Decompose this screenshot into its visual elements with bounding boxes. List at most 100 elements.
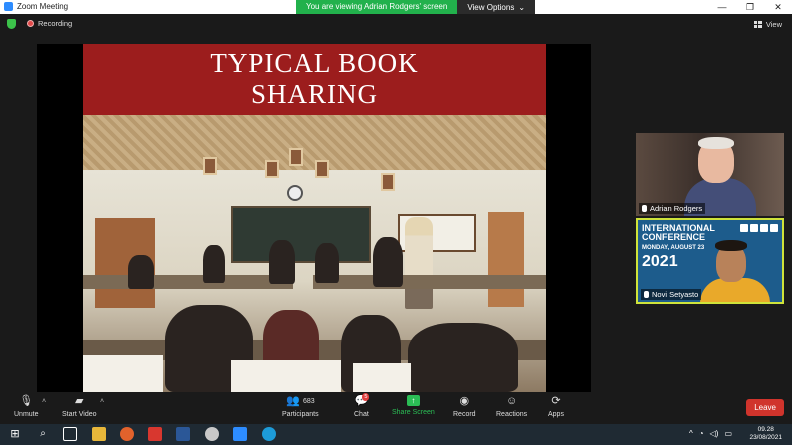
unmute-button[interactable]: 🎙 Unmute bbox=[14, 395, 39, 418]
search-icon[interactable]: ⌕ bbox=[36, 427, 50, 441]
system-tray: ^ ◔ ◁) ▭ bbox=[689, 429, 732, 438]
recording-indicator[interactable]: Recording bbox=[27, 19, 72, 28]
audio-options-caret[interactable]: ˄ bbox=[42, 398, 46, 405]
view-options-button[interactable]: View Options ⌄ bbox=[457, 0, 536, 14]
reactions-button[interactable]: ☺ Reactions bbox=[496, 395, 527, 418]
clock-date: 23/08/2021 bbox=[749, 434, 782, 441]
desk bbox=[313, 275, 546, 289]
share-screen-label: Share Screen bbox=[392, 409, 435, 416]
mic-muted-icon: 🎙 bbox=[19, 395, 34, 407]
screen-share-banner: You are viewing Adrian Rodgers' screen V… bbox=[296, 0, 536, 14]
start-video-label: Start Video bbox=[62, 411, 97, 418]
app-title: Zoom Meeting bbox=[4, 2, 68, 11]
participant-hair bbox=[715, 240, 747, 251]
window-title: Zoom Meeting bbox=[17, 2, 69, 11]
open-book bbox=[83, 355, 163, 392]
notification-icon[interactable]: ▭ bbox=[724, 429, 732, 438]
viewing-screen-message: You are viewing Adrian Rodgers' screen bbox=[296, 0, 458, 14]
meeting-topbar: Recording View bbox=[0, 14, 792, 34]
mic-off-icon bbox=[644, 291, 649, 298]
participants-label: Participants bbox=[282, 411, 319, 418]
view-button[interactable]: View bbox=[753, 20, 782, 29]
student-figure bbox=[128, 255, 154, 289]
classroom-photo bbox=[83, 115, 546, 392]
windows-taskbar: ⊞ ⌕ ^ ◔ ◁) ▭ 09.28 23/08/2021 bbox=[0, 424, 792, 445]
slide-title-line2: SHARING bbox=[250, 79, 378, 109]
slide-title-line1: TYPICAL BOOK bbox=[210, 48, 419, 78]
mic-off-icon bbox=[642, 205, 647, 212]
record-label: Record bbox=[453, 411, 476, 418]
wall-portrait bbox=[203, 157, 217, 175]
gallery-grid-icon bbox=[753, 21, 762, 28]
student-figure bbox=[408, 323, 518, 392]
conference-date: MONDAY, AUGUST 23 bbox=[642, 245, 705, 251]
unmute-label: Unmute bbox=[14, 411, 39, 418]
wall-clock bbox=[287, 185, 303, 201]
participant-video-tile[interactable]: Adrian Rodgers bbox=[636, 133, 784, 216]
volume-icon[interactable]: ◁) bbox=[710, 429, 719, 438]
app-icon[interactable] bbox=[205, 427, 219, 441]
record-button[interactable]: ◉ Record bbox=[453, 395, 476, 418]
view-options-label: View Options bbox=[467, 2, 515, 12]
chat-unread-badge: 5 bbox=[362, 393, 370, 401]
close-button[interactable]: ✕ bbox=[764, 0, 792, 14]
video-off-icon: ▰ bbox=[75, 395, 84, 407]
file-explorer-icon[interactable] bbox=[92, 427, 106, 441]
window-titlebar: Zoom Meeting You are viewing Adrian Rodg… bbox=[0, 0, 792, 14]
chat-icon: 💬 5 bbox=[354, 393, 370, 407]
doorway bbox=[488, 212, 524, 307]
participants-button[interactable]: 👥 683 Participants bbox=[282, 395, 319, 418]
sponsor-logos bbox=[740, 224, 778, 232]
teacher-figure bbox=[405, 217, 433, 309]
wifi-icon[interactable]: ◔ bbox=[699, 429, 704, 438]
recording-label: Recording bbox=[38, 19, 73, 28]
edge-icon[interactable] bbox=[262, 427, 276, 441]
student-figure bbox=[269, 240, 295, 284]
chevron-down-icon: ⌄ bbox=[518, 2, 526, 12]
open-book bbox=[231, 360, 341, 392]
video-options-caret[interactable]: ˄ bbox=[100, 398, 104, 405]
student-figure bbox=[315, 243, 339, 283]
leave-button[interactable]: Leave bbox=[746, 399, 784, 416]
word-icon[interactable] bbox=[176, 427, 190, 441]
conference-line2: CONFERENCE bbox=[642, 232, 706, 242]
clock[interactable]: 09.28 23/08/2021 bbox=[749, 426, 782, 442]
zoom-taskbar-icon[interactable] bbox=[233, 427, 247, 441]
chat-button[interactable]: 💬 5 Chat bbox=[354, 393, 370, 418]
minimize-button[interactable]: — bbox=[708, 0, 736, 14]
share-screen-button[interactable]: ↑ Share Screen bbox=[392, 395, 435, 416]
wall-portrait bbox=[265, 160, 279, 178]
apps-button[interactable]: ⟳ Apps bbox=[548, 395, 564, 418]
reactions-smiley-icon: ☺ bbox=[505, 395, 518, 407]
firefox-icon[interactable] bbox=[120, 427, 134, 441]
share-screen-icon: ↑ bbox=[406, 395, 420, 406]
windows-start-icon[interactable]: ⊞ bbox=[8, 427, 22, 441]
participant-video-tile[interactable]: INTERNATIONAL CONFERENCE MONDAY, AUGUST … bbox=[636, 218, 784, 304]
wall-portrait bbox=[315, 160, 329, 178]
slide-title: TYPICAL BOOK SHARING bbox=[83, 44, 546, 115]
participants-count: 683 bbox=[302, 398, 315, 405]
window-controls: — ❐ ✕ bbox=[708, 0, 792, 14]
view-label: View bbox=[765, 20, 782, 29]
participant-name: Novi Setyasto bbox=[652, 290, 699, 299]
task-view-icon[interactable] bbox=[63, 427, 77, 441]
app-icon[interactable] bbox=[148, 427, 162, 441]
student-figure bbox=[203, 245, 225, 283]
chat-label: Chat bbox=[354, 411, 369, 418]
reactions-label: Reactions bbox=[496, 411, 528, 418]
participant-name: Adrian Rodgers bbox=[650, 204, 703, 213]
start-video-button[interactable]: ▰ Start Video bbox=[62, 395, 97, 418]
record-icon: ◉ bbox=[459, 395, 470, 407]
student-figure bbox=[373, 237, 403, 287]
blackboard bbox=[231, 206, 371, 263]
zoom-logo-icon bbox=[4, 2, 13, 11]
maximize-button[interactable]: ❐ bbox=[736, 0, 764, 14]
chevron-up-icon[interactable]: ^ bbox=[689, 429, 693, 438]
presentation-slide: TYPICAL BOOK SHARING bbox=[83, 44, 546, 392]
desk bbox=[83, 275, 293, 289]
conference-year: 2021 bbox=[642, 253, 678, 270]
clock-time: 09.28 bbox=[757, 426, 774, 433]
record-dot-icon bbox=[27, 20, 34, 27]
participant-name-tag: Adrian Rodgers bbox=[639, 203, 706, 214]
security-shield-icon[interactable] bbox=[7, 19, 16, 29]
